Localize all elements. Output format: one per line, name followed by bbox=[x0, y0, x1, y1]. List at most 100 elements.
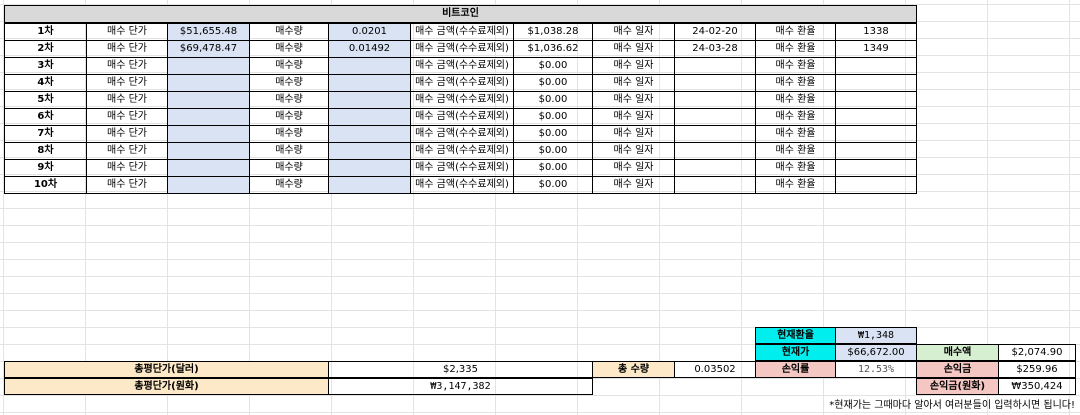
amount-label: 매수 금액(수수료제외) bbox=[410, 91, 514, 109]
pl-rate-value[interactable]: 12.53% bbox=[835, 361, 917, 378]
rate-label: 매수 환율 bbox=[755, 125, 836, 143]
pl-krw-label: 손익금(원화) bbox=[916, 378, 999, 395]
price-label: 매수 단가 bbox=[86, 91, 168, 109]
date-input[interactable] bbox=[674, 91, 756, 109]
qty-input[interactable]: 0.0201 bbox=[328, 23, 411, 41]
qty-input[interactable] bbox=[328, 74, 411, 92]
price-input[interactable] bbox=[167, 57, 250, 75]
row-number: 8차 bbox=[4, 142, 87, 160]
current-price-label: 현재가 bbox=[755, 344, 836, 361]
date-label: 매수 일자 bbox=[592, 142, 675, 160]
amount-value: $0.00 bbox=[513, 57, 593, 75]
amount-value: $1,038.28 bbox=[513, 23, 593, 41]
date-input[interactable]: 24-02-20 bbox=[674, 23, 756, 41]
rate-label: 매수 환율 bbox=[755, 57, 836, 75]
qty-label: 매수량 bbox=[249, 176, 329, 194]
price-input[interactable] bbox=[167, 91, 250, 109]
rate-label: 매수 환율 bbox=[755, 40, 836, 58]
date-input[interactable] bbox=[674, 108, 756, 126]
qty-input[interactable] bbox=[328, 142, 411, 160]
date-label: 매수 일자 bbox=[592, 159, 675, 177]
amount-value: $0.00 bbox=[513, 108, 593, 126]
qty-input[interactable]: 0.01492 bbox=[328, 40, 411, 58]
pl-value[interactable]: $259.96 bbox=[998, 361, 1076, 378]
amount-label: 매수 금액(수수료제외) bbox=[410, 176, 514, 194]
current-price-value[interactable]: $66,672.00 bbox=[835, 344, 917, 361]
avg-usd-value[interactable]: $2,335 bbox=[328, 361, 593, 378]
rate-input[interactable]: 1349 bbox=[835, 40, 917, 58]
qty-label: 매수량 bbox=[249, 91, 329, 109]
price-input[interactable]: $69,478.47 bbox=[167, 40, 250, 58]
avg-usd-label: 총평단가(달러) bbox=[4, 361, 329, 378]
row-number: 4차 bbox=[4, 74, 87, 92]
price-input[interactable] bbox=[167, 125, 250, 143]
date-input[interactable] bbox=[674, 57, 756, 75]
current-rate-value[interactable]: ₩1,348 bbox=[835, 327, 917, 344]
rate-input[interactable] bbox=[835, 142, 917, 160]
row-number: 6차 bbox=[4, 108, 87, 126]
row-number: 1차 bbox=[4, 23, 87, 41]
price-label: 매수 단가 bbox=[86, 159, 168, 177]
qty-label: 매수량 bbox=[249, 57, 329, 75]
pl-rate-label: 손익률 bbox=[755, 361, 836, 378]
rate-label: 매수 환율 bbox=[755, 108, 836, 126]
rate-input[interactable] bbox=[835, 159, 917, 177]
buy-amount-label: 매수액 bbox=[916, 344, 999, 361]
date-label: 매수 일자 bbox=[592, 23, 675, 41]
date-input[interactable] bbox=[674, 176, 756, 194]
price-input[interactable] bbox=[167, 142, 250, 160]
price-input[interactable]: $51,655.48 bbox=[167, 23, 250, 41]
date-label: 매수 일자 bbox=[592, 74, 675, 92]
row-number: 2차 bbox=[4, 40, 87, 58]
date-input[interactable] bbox=[674, 142, 756, 160]
price-input[interactable] bbox=[167, 159, 250, 177]
price-input[interactable] bbox=[167, 108, 250, 126]
avg-krw-value[interactable]: ₩3,147,382 bbox=[328, 378, 593, 395]
price-input[interactable] bbox=[167, 74, 250, 92]
rate-input[interactable] bbox=[835, 74, 917, 92]
qty-label: 매수량 bbox=[249, 40, 329, 58]
buy-amount-value[interactable]: $2,074.90 bbox=[998, 344, 1076, 361]
price-label: 매수 단가 bbox=[86, 125, 168, 143]
date-input[interactable] bbox=[674, 125, 756, 143]
qty-input[interactable] bbox=[328, 108, 411, 126]
amount-value: $0.00 bbox=[513, 125, 593, 143]
date-label: 매수 일자 bbox=[592, 108, 675, 126]
price-input[interactable] bbox=[167, 176, 250, 194]
qty-label: 매수량 bbox=[249, 142, 329, 160]
qty-label: 매수량 bbox=[249, 23, 329, 41]
qty-input[interactable] bbox=[328, 159, 411, 177]
amount-label: 매수 금액(수수료제외) bbox=[410, 125, 514, 143]
amount-label: 매수 금액(수수료제외) bbox=[410, 159, 514, 177]
row-number: 3차 bbox=[4, 57, 87, 75]
qty-input[interactable] bbox=[328, 91, 411, 109]
date-input[interactable]: 24-03-28 bbox=[674, 40, 756, 58]
date-label: 매수 일자 bbox=[592, 91, 675, 109]
total-qty-value[interactable]: 0.03502 bbox=[674, 361, 756, 378]
qty-input[interactable] bbox=[328, 125, 411, 143]
rate-input[interactable] bbox=[835, 108, 917, 126]
rate-input[interactable] bbox=[835, 91, 917, 109]
rate-label: 매수 환율 bbox=[755, 91, 836, 109]
amount-label: 매수 금액(수수료제외) bbox=[410, 108, 514, 126]
qty-input[interactable] bbox=[328, 176, 411, 194]
qty-label: 매수량 bbox=[249, 108, 329, 126]
date-input[interactable] bbox=[674, 74, 756, 92]
rate-label: 매수 환율 bbox=[755, 142, 836, 160]
date-input[interactable] bbox=[674, 159, 756, 177]
pl-krw-value[interactable]: ₩350,424 bbox=[998, 378, 1076, 395]
sheet-title[interactable]: 비트코인 bbox=[4, 5, 917, 23]
rate-label: 매수 환율 bbox=[755, 23, 836, 41]
total-qty-label: 총 수량 bbox=[592, 361, 675, 378]
price-label: 매수 단가 bbox=[86, 142, 168, 160]
rate-input[interactable] bbox=[835, 57, 917, 75]
rate-input[interactable] bbox=[835, 176, 917, 194]
price-label: 매수 단가 bbox=[86, 108, 168, 126]
rate-input[interactable]: 1338 bbox=[835, 23, 917, 41]
rate-input[interactable] bbox=[835, 125, 917, 143]
amount-value: $0.00 bbox=[513, 176, 593, 194]
qty-input[interactable] bbox=[328, 57, 411, 75]
amount-label: 매수 금액(수수료제외) bbox=[410, 74, 514, 92]
amount-label: 매수 금액(수수료제외) bbox=[410, 142, 514, 160]
amount-label: 매수 금액(수수료제외) bbox=[410, 40, 514, 58]
